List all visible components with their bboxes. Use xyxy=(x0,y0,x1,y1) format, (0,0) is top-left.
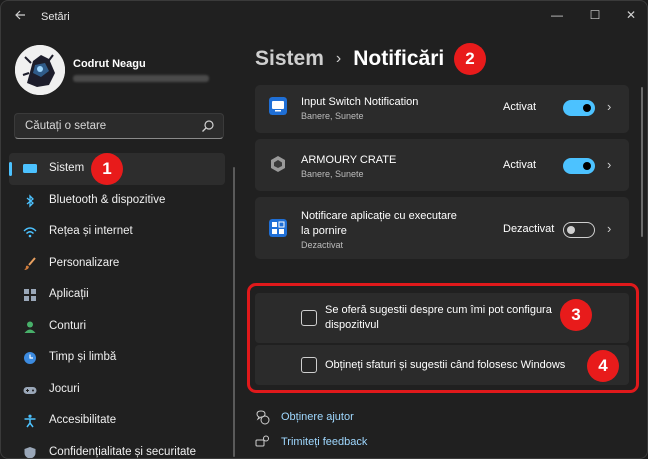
app-subtitle: Dezactivat xyxy=(301,240,344,250)
toggle-knob xyxy=(583,104,591,112)
chevron-right-icon[interactable]: › xyxy=(607,221,611,236)
armoury-crate-app-icon xyxy=(271,156,285,172)
toggle-knob xyxy=(567,226,575,234)
user-profile[interactable]: Codrut Neagu xyxy=(15,45,235,101)
sidebar-item-label: Bluetooth & dispozitive xyxy=(49,193,166,206)
feedback-icon xyxy=(255,435,269,447)
breadcrumb-parent[interactable]: Sistem xyxy=(255,47,324,70)
main-scrollbar[interactable] xyxy=(641,87,643,237)
title-bar: Setări — ☐ ✕ xyxy=(1,1,647,33)
notification-app-row[interactable]: Notificare aplicație cu executare la por… xyxy=(255,197,629,259)
sidebar-item-confidentialitate[interactable]: Confidențialitate și securitate xyxy=(9,437,225,458)
user-name: Codrut Neagu xyxy=(73,58,146,70)
arrow-left-icon xyxy=(15,10,25,20)
sidebar-item-timp-si-limba[interactable]: Timp și limbă xyxy=(9,342,225,374)
sidebar-item-label: Confidențialitate și securitate xyxy=(49,445,197,458)
search-input[interactable]: Căutați o setare xyxy=(25,120,106,132)
toggle-knob xyxy=(583,162,591,170)
search-icon[interactable] xyxy=(201,119,215,133)
breadcrumb: Sistem › Notificări xyxy=(255,47,444,77)
sidebar-item-retea[interactable]: Rețea și internet xyxy=(9,216,225,248)
toggle-state-label: Activat xyxy=(503,101,537,113)
app-subtitle: Banere, Sunete xyxy=(301,169,364,179)
sidebar-nav: Sistem Bluetooth & dispozitive Rețea și … xyxy=(9,153,225,458)
sidebar-item-label: Accesibilitate xyxy=(49,414,117,426)
notification-app-row[interactable]: Input Switch Notification Banere, Sunete… xyxy=(255,85,629,133)
app-name-line1: Notificare aplicație cu executare xyxy=(301,210,457,222)
notification-app-row[interactable]: ARMOURY CRATE Banere, Sunete Activat › xyxy=(255,139,629,191)
sidebar-item-personalizare[interactable]: Personalizare xyxy=(9,248,225,280)
sidebar-scrollbar[interactable] xyxy=(233,167,235,457)
gamepad-icon xyxy=(23,386,37,394)
accessibility-icon xyxy=(24,414,36,428)
toggle-state-label: Dezactivat xyxy=(503,223,555,235)
sidebar-item-label: Jocuri xyxy=(49,382,80,395)
sidebar-item-label: Sistem xyxy=(49,162,85,174)
bluetooth-icon xyxy=(26,193,34,208)
account-icon xyxy=(24,321,36,333)
annotation-badge-2: 2 xyxy=(454,43,486,75)
help-icon xyxy=(256,410,270,425)
sidebar-item-label: Rețea și internet xyxy=(49,225,133,237)
window-title: Setări xyxy=(41,11,70,23)
sidebar-item-bluetooth[interactable]: Bluetooth & dispozitive xyxy=(9,185,225,217)
search-box[interactable]: Căutați o setare xyxy=(14,113,224,139)
active-indicator xyxy=(9,162,12,176)
page-title: Notificări xyxy=(353,47,445,70)
user-email-redacted xyxy=(73,75,209,82)
sidebar-item-conturi[interactable]: Conturi xyxy=(9,311,225,343)
breadcrumb-separator: › xyxy=(335,50,342,67)
annotation-badge-3: 3 xyxy=(560,299,592,331)
chevron-right-icon[interactable]: › xyxy=(607,99,611,114)
startup-app-icon xyxy=(269,219,287,237)
notification-toggle[interactable] xyxy=(563,100,595,116)
minimize-button[interactable]: — xyxy=(545,6,569,24)
input-switch-app-icon xyxy=(269,97,287,115)
annotation-badge-4: 4 xyxy=(587,350,619,382)
close-button[interactable]: ✕ xyxy=(619,6,643,24)
app-name-line2: la pornire xyxy=(301,225,347,237)
brush-icon xyxy=(24,256,36,270)
sidebar-item-jocuri[interactable]: Jocuri xyxy=(9,374,225,406)
chevron-right-icon[interactable]: › xyxy=(607,157,611,172)
app-subtitle: Banere, Sunete xyxy=(301,111,364,121)
sidebar-item-aplicatii[interactable]: Aplicații xyxy=(9,279,225,311)
sidebar-item-label: Aplicații xyxy=(49,288,89,300)
globe-clock-icon xyxy=(24,352,36,364)
sidebar-item-accesibilitate[interactable]: Accesibilitate xyxy=(9,405,225,437)
annotation-badge-1: 1 xyxy=(91,153,123,185)
shield-icon xyxy=(24,446,36,458)
display-icon xyxy=(23,164,37,173)
app-name: Input Switch Notification xyxy=(301,96,419,108)
settings-window: Setări — ☐ ✕ Codrut Neagu Căutați o seta… xyxy=(0,0,648,459)
wifi-icon xyxy=(23,227,37,238)
notification-toggle[interactable] xyxy=(563,222,595,238)
avatar xyxy=(15,45,65,95)
sidebar-item-label: Conturi xyxy=(49,319,87,332)
sidebar-item-label: Personalizare xyxy=(49,256,120,269)
send-feedback-label[interactable]: Trimiteți feedback xyxy=(281,436,367,448)
apps-icon xyxy=(24,289,36,301)
maximize-button[interactable]: ☐ xyxy=(583,6,607,24)
sidebar-item-label: Timp și limbă xyxy=(49,351,117,363)
toggle-state-label: Activat xyxy=(503,159,537,171)
get-help-label[interactable]: Obținere ajutor xyxy=(281,411,354,423)
back-button[interactable] xyxy=(11,9,29,25)
notification-toggle[interactable] xyxy=(563,158,595,174)
app-name: ARMOURY CRATE xyxy=(301,154,397,166)
